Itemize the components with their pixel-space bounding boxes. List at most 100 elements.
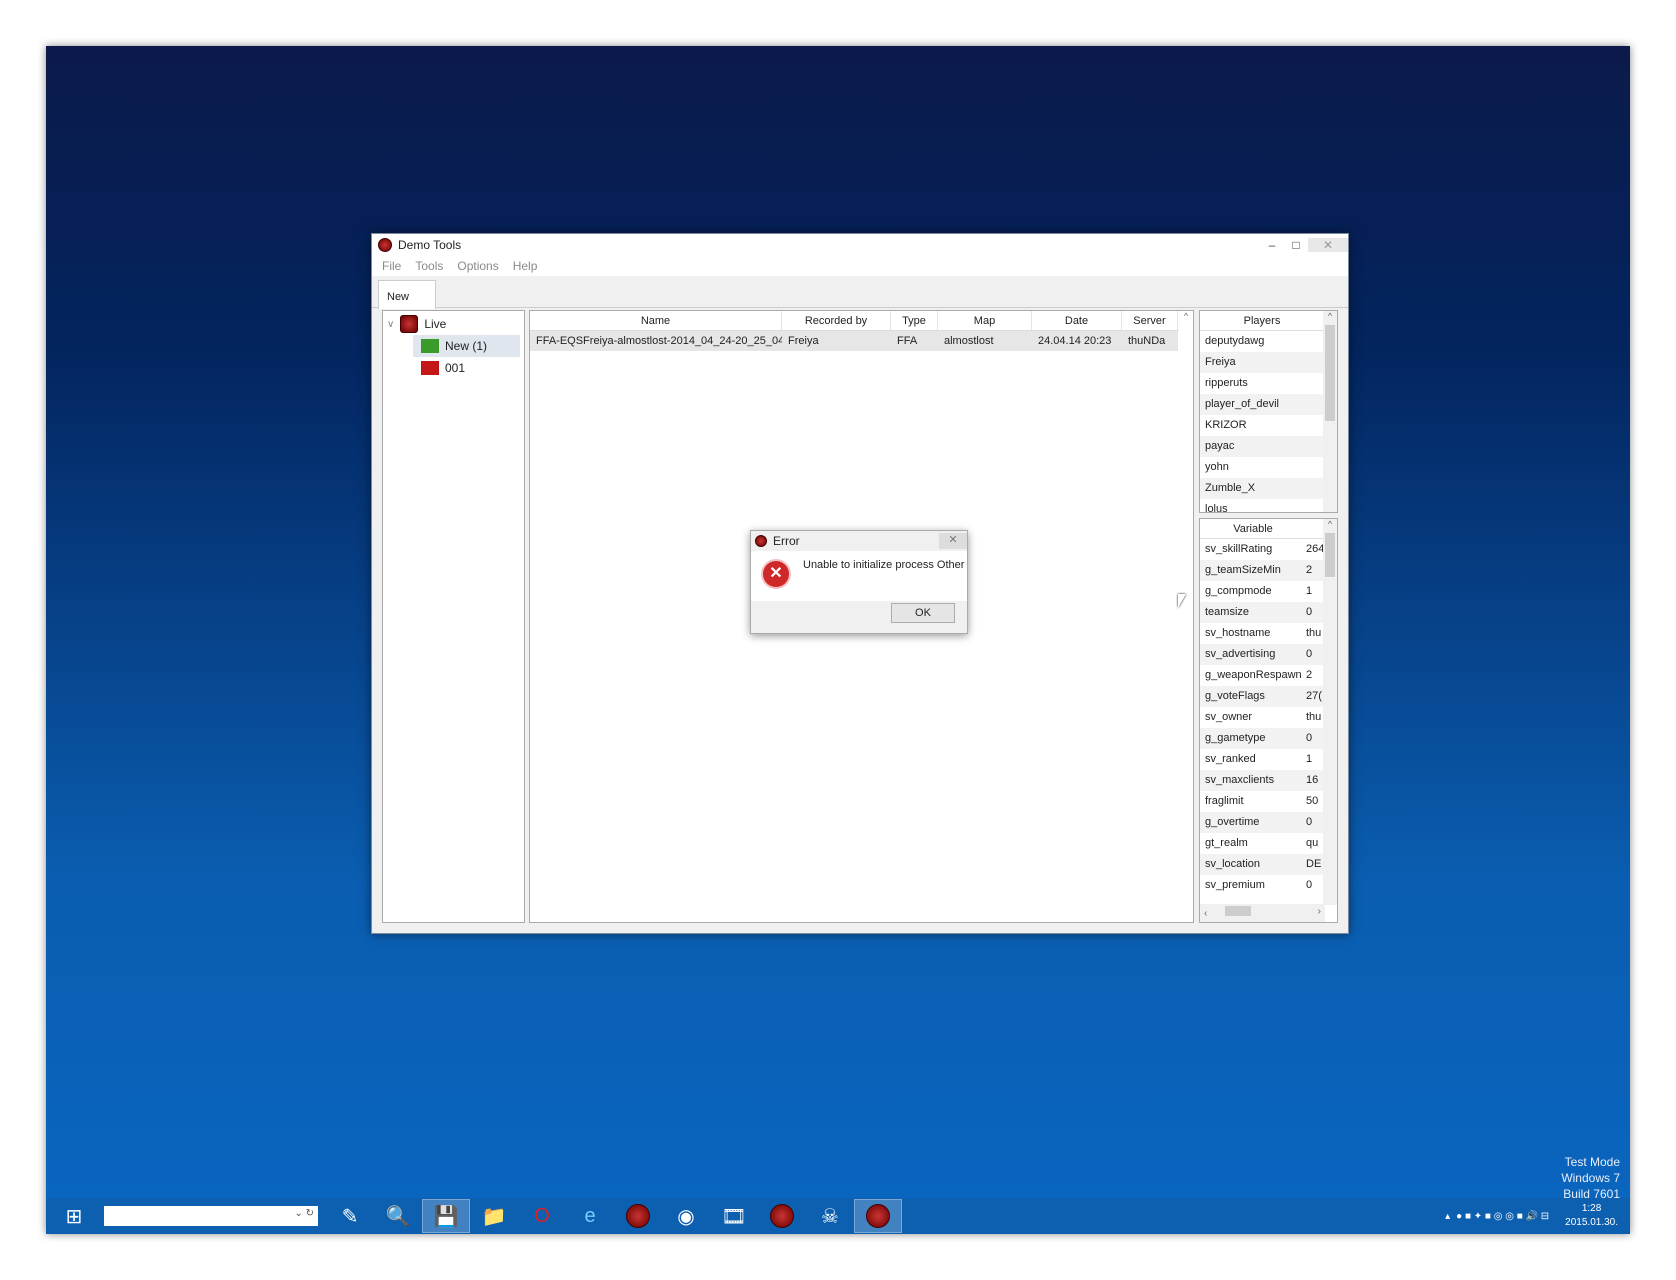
variable-name: fraglimit [1205,795,1244,807]
scroll-thumb[interactable] [1325,533,1335,577]
list-scrollbar[interactable]: ^ [1179,311,1193,922]
players-list: deputydawg Freiya ripperuts player_of_devil… [1200,331,1337,512]
tree-item-live[interactable]: ∨ Live [387,313,520,335]
watermark-line: Test Mode [1564,1155,1620,1169]
players-header-label: Players [1243,315,1281,327]
variable-row[interactable]: sv_premium 0 [1200,875,1337,896]
tree-label: 001 [445,361,466,375]
error-message: Unable to initialize process Other [803,559,965,571]
refresh-icon[interactable]: ⌄ ↻ [294,1208,314,1219]
variable-value: thu [1306,627,1322,639]
feather-app-icon[interactable]: ✎ [326,1199,374,1233]
players-header: Players [1200,311,1337,331]
variable-row[interactable]: gt_realm qu [1200,833,1337,854]
variable-name: teamsize [1205,606,1250,618]
column-server[interactable]: Server [1122,311,1178,330]
tray-icons[interactable]: ● ■ ✦ ■ ◎ ◎ ■ 🔊 ⊟ [1456,1211,1549,1222]
start-button[interactable]: ⊞ [50,1199,98,1233]
player-item[interactable]: Zumble_X [1200,478,1337,499]
variable-row[interactable]: sv_skillRating 264 [1200,539,1337,560]
variables-scrollbar[interactable]: ^ [1323,519,1337,905]
variable-row[interactable]: g_gametype 0 [1200,728,1337,749]
variable-row[interactable]: g_overtime 0 [1200,812,1337,833]
variable-row[interactable]: fraglimit 50 [1200,791,1337,812]
tray-expand-icon[interactable]: ▴ [1445,1211,1450,1222]
menu-help[interactable]: Help [513,259,538,273]
player-item[interactable]: payac [1200,436,1337,457]
quake-live-icon[interactable] [758,1199,806,1233]
player-item[interactable]: deputydawg [1200,331,1337,352]
variables-panel: Variable sv_skillRating 264 g_teamSizeMin 2… [1199,518,1338,923]
variable-name: sv_hostname [1205,627,1271,639]
player-item[interactable]: player_of_devil [1200,394,1337,415]
mouse-cursor-icon [1178,594,1186,608]
file-explorer-icon[interactable]: 📁 [470,1199,518,1233]
column-recorded-by[interactable]: Recorded by [782,311,891,330]
variable-value: 2 [1306,564,1313,576]
dialog-close-button[interactable]: ✕ [939,533,967,549]
player-item[interactable]: Freiya [1200,352,1337,373]
save-app-icon[interactable]: 💾 [422,1199,470,1233]
variable-name: sv_maxclients [1205,774,1275,786]
horizontal-scrollbar[interactable]: ‹ › [1200,904,1325,922]
close-button[interactable]: ✕ [1308,238,1348,252]
taskbar: ⊞ ⌄ ↻ ✎ 🔍 💾 📁 O e ◉ 🎞 ☠ ▴ ● ■ ✦ ■ ◎ ◎ ■ … [46,1198,1630,1234]
menu-options[interactable]: Options [457,259,498,273]
variable-row[interactable]: g_compmode 1 [1200,581,1337,602]
variable-row[interactable]: sv_ranked 1 [1200,749,1337,770]
minimize-button[interactable]: – [1260,238,1284,252]
chrome-icon[interactable]: ◉ [662,1199,710,1233]
variable-row[interactable]: g_weaponRespawn 2 [1200,665,1337,686]
internet-explorer-icon[interactable]: e [566,1199,614,1233]
column-map[interactable]: Map [938,311,1032,330]
scroll-thumb[interactable] [1325,325,1335,421]
ok-button[interactable]: OK [891,603,955,623]
cell-server: thuNDa [1128,335,1166,347]
media-app-icon[interactable]: 🎞 [710,1199,758,1233]
variable-row[interactable]: sv_location DE [1200,854,1337,875]
variable-row[interactable]: g_teamSizeMin 2 [1200,560,1337,581]
variable-value: 1 [1306,753,1313,765]
variable-row[interactable]: sv_maxclients 16 [1200,770,1337,791]
red-folder-icon [421,361,439,375]
search-app-icon[interactable]: 🔍 [374,1199,422,1233]
address-toolbar-input[interactable]: ⌄ ↻ [104,1206,318,1226]
variable-value: 27( [1306,690,1322,702]
watermark-line: Windows 7 [1561,1171,1620,1185]
app-icon [755,535,767,547]
players-scrollbar[interactable]: ^ [1323,311,1337,512]
variable-name: gt_realm [1205,837,1248,849]
tab-new[interactable]: New [378,280,436,309]
opera-icon[interactable]: O [518,1199,566,1233]
variable-row[interactable]: sv_advertising 0 [1200,644,1337,665]
variable-column-header[interactable]: Variable [1200,519,1306,538]
tree-item-new[interactable]: New (1) [413,335,520,357]
clock[interactable]: 1:28 2015.01.30. [1565,1202,1618,1230]
variable-row[interactable]: sv_owner thu [1200,707,1337,728]
column-type[interactable]: Type [891,311,938,330]
player-item[interactable]: yohn [1200,457,1337,478]
table-row[interactable]: FFA-EQSFreiya-almostlost-2014_04_24-20_2… [530,331,1178,351]
variable-name: sv_premium [1205,879,1265,891]
column-date[interactable]: Date [1032,311,1122,330]
variable-row[interactable]: g_voteFlags 27( [1200,686,1337,707]
chevron-down-icon[interactable]: ∨ [387,319,394,330]
variable-row[interactable]: sv_hostname thu [1200,623,1337,644]
menu-file[interactable]: File [382,259,401,273]
menu-bar: File Tools Options Help [372,256,1348,276]
skull-app-icon[interactable]: ☠ [806,1199,854,1233]
green-folder-icon [421,339,439,353]
column-name[interactable]: Name [530,311,782,330]
quake-app-icon[interactable] [614,1199,662,1233]
player-item[interactable]: KRIZOR [1200,415,1337,436]
variable-value: 0 [1306,816,1313,828]
player-item[interactable]: ripperuts [1200,373,1337,394]
tree-item-001[interactable]: 001 [413,357,520,379]
variable-name: g_gametype [1205,732,1266,744]
player-item[interactable]: lolus [1200,499,1337,512]
maximize-button[interactable]: □ [1284,238,1308,252]
demo-tools-taskbar-icon[interactable] [854,1199,902,1233]
menu-tools[interactable]: Tools [415,259,443,273]
variable-name: g_teamSizeMin [1205,564,1281,576]
variable-row[interactable]: teamsize 0 [1200,602,1337,623]
